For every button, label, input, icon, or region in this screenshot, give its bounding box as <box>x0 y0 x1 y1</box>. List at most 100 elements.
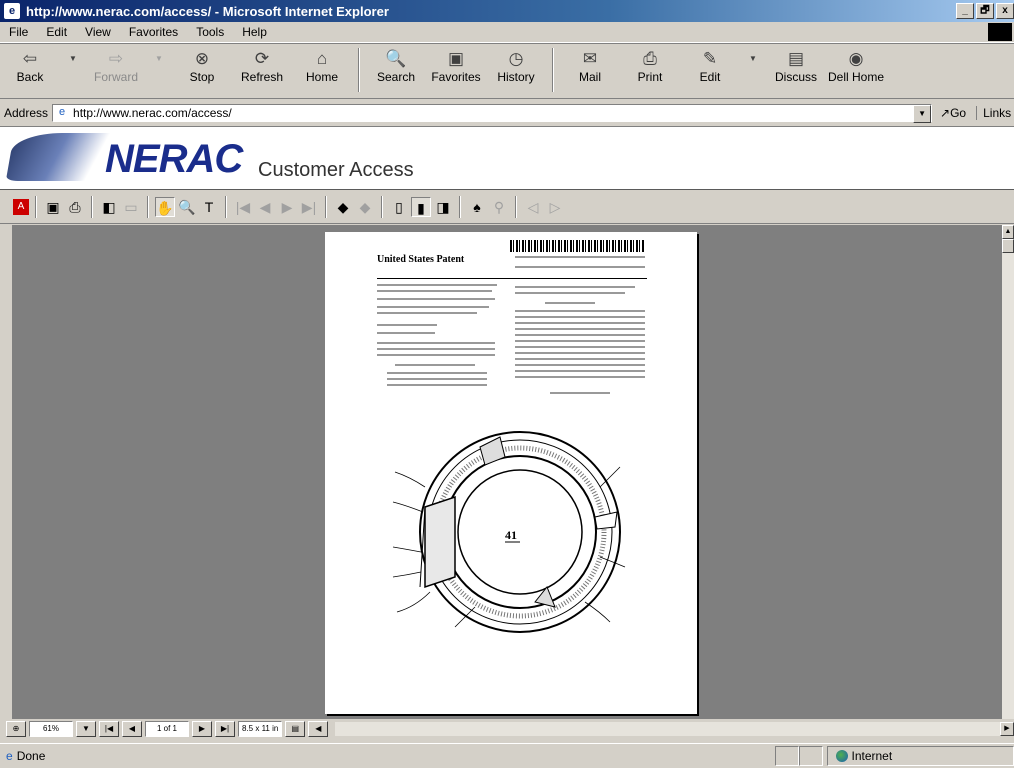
status-cell <box>775 746 799 766</box>
windows-logo-icon <box>988 23 1012 41</box>
prev-page-button[interactable]: ◀ <box>122 721 142 737</box>
page-icon: e <box>58 106 66 118</box>
toolbar-separator <box>35 195 37 218</box>
dell-home-button[interactable]: ◉ Dell Home <box>826 48 886 84</box>
web-links-icon[interactable]: ⚲ <box>489 197 509 217</box>
hand-tool-icon[interactable]: ✋ <box>155 196 175 217</box>
toolbar-separator <box>515 195 517 218</box>
history-button[interactable]: ◷ History <box>486 48 546 84</box>
patent-text-line <box>377 348 495 350</box>
acrobat-icon[interactable]: A <box>13 198 29 215</box>
zoom-icon[interactable]: ⊕ <box>6 721 26 737</box>
menu-edit[interactable]: Edit <box>37 25 76 39</box>
edit-dropdown[interactable]: ▼ <box>740 48 766 70</box>
patent-barcode <box>510 240 645 252</box>
menu-tools[interactable]: Tools <box>187 25 233 39</box>
patent-text-line <box>515 358 645 360</box>
toolbar-separator <box>147 195 149 218</box>
menu-help[interactable]: Help <box>233 25 276 39</box>
patent-text-line <box>515 328 645 330</box>
links-button[interactable]: Links <box>976 106 1011 120</box>
patent-page: United States Patent 41 <box>325 232 697 714</box>
last-page-button[interactable]: ▶| <box>215 721 235 737</box>
status-bar: e Done Internet <box>0 743 1014 768</box>
search-icon: 🔍 <box>385 49 407 68</box>
horizontal-scrollbar[interactable]: ▶ <box>335 722 1014 736</box>
address-input[interactable]: e http://www.nerac.com/access/ ▼ <box>52 104 933 123</box>
security-zone: Internet <box>826 746 1014 766</box>
zoom-dropdown-icon[interactable]: ▼ <box>76 721 96 737</box>
patent-text-line <box>515 334 645 336</box>
dropdown-arrow-icon: ▼ <box>749 54 757 63</box>
patent-text-line <box>515 346 645 348</box>
first-page-button[interactable]: |◀ <box>99 721 119 737</box>
menu-view[interactable]: View <box>76 25 120 39</box>
page-layout-icon[interactable]: ▤ <box>285 721 306 737</box>
print-button[interactable]: ⎙ Print <box>620 48 680 84</box>
fit-page-icon[interactable]: ▮ <box>411 196 431 217</box>
patent-text-line <box>515 256 645 258</box>
refresh-button[interactable]: ⟳ Refresh <box>232 48 292 84</box>
document-viewer[interactable]: United States Patent 41 <box>12 225 1002 719</box>
forward-button[interactable]: ⇨ Forward <box>86 48 146 84</box>
dell-home-icon: ◉ <box>848 49 864 68</box>
menu-file[interactable]: File <box>0 25 37 39</box>
close-button[interactable]: x <box>996 3 1014 19</box>
mail-icon: ✉ <box>582 49 598 68</box>
home-button[interactable]: ⌂ Home <box>292 48 352 84</box>
toolbar-separator <box>381 195 383 218</box>
scroll-thumb[interactable] <box>1002 239 1014 253</box>
internet-globe-icon <box>835 750 848 762</box>
patent-text-line <box>377 312 477 314</box>
rotate-right-icon[interactable]: ▷ <box>545 197 565 217</box>
menu-favorites[interactable]: Favorites <box>120 25 187 39</box>
go-button[interactable]: ↗Go <box>940 106 966 120</box>
address-dropdown[interactable]: ▼ <box>913 105 932 123</box>
address-label: Address <box>4 106 49 120</box>
forward-dropdown[interactable]: ▼ <box>146 48 172 70</box>
first-page-icon[interactable]: |◀ <box>233 197 253 217</box>
find-icon[interactable]: ♠ <box>467 197 487 217</box>
scroll-left-icon[interactable]: ◀ <box>308 721 329 737</box>
go-forward-icon[interactable]: ◆ <box>355 197 375 217</box>
next-page-icon[interactable]: ▶ <box>277 197 297 217</box>
print-icon[interactable]: ⎙ <box>65 197 85 217</box>
scroll-up-icon[interactable]: ▲ <box>1002 225 1014 239</box>
edit-button[interactable]: ✎ Edit <box>680 48 740 84</box>
navigation-pane-icon[interactable]: ◧ <box>99 197 119 217</box>
printer-icon: ⎙ <box>643 49 657 68</box>
fit-width-icon[interactable]: ◨ <box>433 197 453 217</box>
stop-button[interactable]: ⊗ Stop <box>172 48 232 84</box>
status-text: Done <box>16 749 46 763</box>
favorites-button[interactable]: ▣ Favorites <box>426 48 486 84</box>
discuss-button[interactable]: ▤ Discuss <box>766 48 826 84</box>
back-dropdown[interactable]: ▼ <box>60 48 86 70</box>
favorites-folder-icon: ▣ <box>447 49 465 68</box>
patent-text-line <box>387 378 487 380</box>
previous-page-icon[interactable]: ◀ <box>255 197 275 217</box>
edit-icon: ✎ <box>702 49 718 68</box>
maximize-button[interactable]: 🗗 <box>976 3 994 19</box>
save-icon[interactable]: ▣ <box>43 197 63 217</box>
patent-text-line <box>377 306 489 308</box>
zoom-field[interactable]: 61% <box>29 721 73 737</box>
vertical-scrollbar[interactable]: ▲ <box>1002 225 1014 719</box>
rotate-left-icon[interactable]: ◁ <box>523 197 543 217</box>
back-button[interactable]: ⇦ Back <box>0 48 60 84</box>
patent-rule <box>377 278 647 279</box>
page-number-field[interactable]: 1 of 1 <box>145 721 189 737</box>
text-select-icon[interactable]: T <box>199 197 219 217</box>
next-page-button[interactable]: ▶ <box>192 721 212 737</box>
go-back-icon[interactable]: ◆ <box>333 197 353 217</box>
zone-label: Internet <box>851 749 893 763</box>
minimize-button[interactable]: _ <box>956 3 974 19</box>
zoom-tool-icon[interactable]: 🔍 <box>177 197 197 217</box>
patent-text-line <box>545 302 595 304</box>
actual-size-icon[interactable]: ▯ <box>389 197 409 217</box>
bookmark-icon[interactable]: ▭ <box>121 197 141 217</box>
mail-button[interactable]: ✉ Mail <box>560 48 620 84</box>
last-page-icon[interactable]: ▶| <box>299 197 319 217</box>
search-button[interactable]: 🔍 Search <box>366 48 426 84</box>
patent-text-line <box>377 332 435 334</box>
scroll-right-icon[interactable]: ▶ <box>1000 722 1014 736</box>
